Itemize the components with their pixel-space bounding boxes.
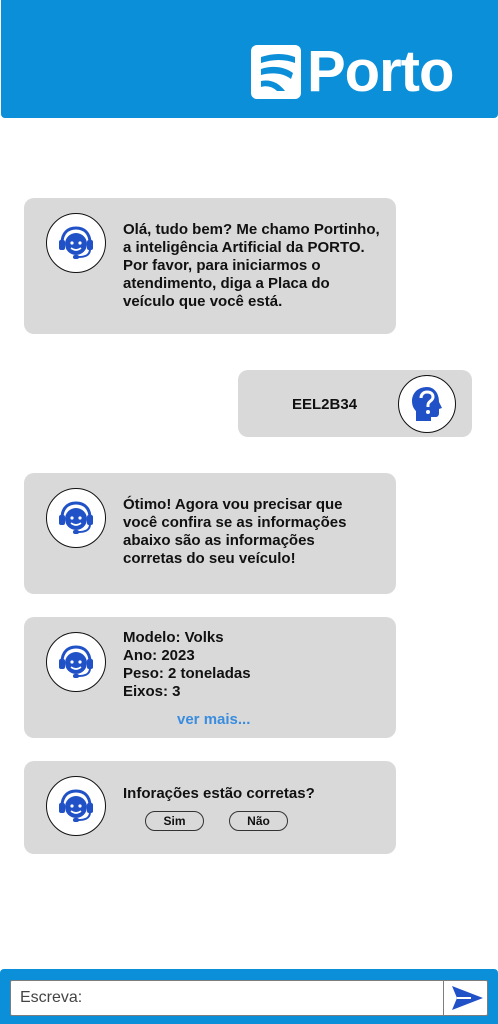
bot-message: Olá, tudo bem? Me chamo Portinho, a inte… xyxy=(24,198,396,334)
support-agent-icon xyxy=(59,789,93,822)
support-agent-icon xyxy=(59,645,93,678)
user-avatar xyxy=(398,375,456,433)
bot-avatar xyxy=(46,632,106,692)
bot-message-text: Olá, tudo bem? Me chamo Portinho, a inte… xyxy=(123,221,380,310)
user-message: EEL2B34 xyxy=(238,370,472,437)
logo-text: Porto xyxy=(307,39,454,104)
vehicle-weight: Peso: 2 toneladas xyxy=(123,665,251,682)
porto-logo-mark-icon xyxy=(251,45,301,99)
message-text-end: do seu veículo! xyxy=(182,550,296,567)
bot-avatar xyxy=(46,776,106,836)
support-agent-icon xyxy=(59,226,93,259)
yes-button[interactable]: Sim xyxy=(145,811,204,831)
vehicle-year: Ano: 2023 xyxy=(123,647,195,664)
bot-avatar xyxy=(46,488,106,548)
vehicle-axles: Eixos: 3 xyxy=(123,683,181,700)
support-agent-icon xyxy=(59,501,93,534)
bot-message: Ótimo! Agora vou precisar que você confi… xyxy=(24,473,396,594)
confirmation-question: Inforações estão corretas? xyxy=(123,785,315,802)
no-button[interactable]: Não xyxy=(229,811,288,831)
composer-bar xyxy=(0,969,498,1024)
question-head-icon xyxy=(412,387,442,421)
user-message-text: EEL2B34 xyxy=(292,396,358,413)
composer-box xyxy=(10,980,488,1016)
vehicle-model: Modelo: Volks xyxy=(123,629,224,646)
see-more-link[interactable]: ver mais... xyxy=(177,711,250,728)
send-arrow-icon[interactable] xyxy=(449,984,485,1012)
send-divider xyxy=(443,981,444,1015)
vehicle-info-message: Modelo: Volks Ano: 2023 Peso: 2 tonelada… xyxy=(24,617,396,738)
confirmation-message: Inforações estão corretas? Sim Não xyxy=(24,761,396,854)
bot-message-text: Ótimo! Agora vou precisar que você confi… xyxy=(123,496,363,568)
message-input[interactable] xyxy=(11,981,443,1015)
app-header: Porto xyxy=(1,0,498,118)
bot-avatar xyxy=(46,213,106,273)
porto-logo: Porto xyxy=(251,39,454,104)
